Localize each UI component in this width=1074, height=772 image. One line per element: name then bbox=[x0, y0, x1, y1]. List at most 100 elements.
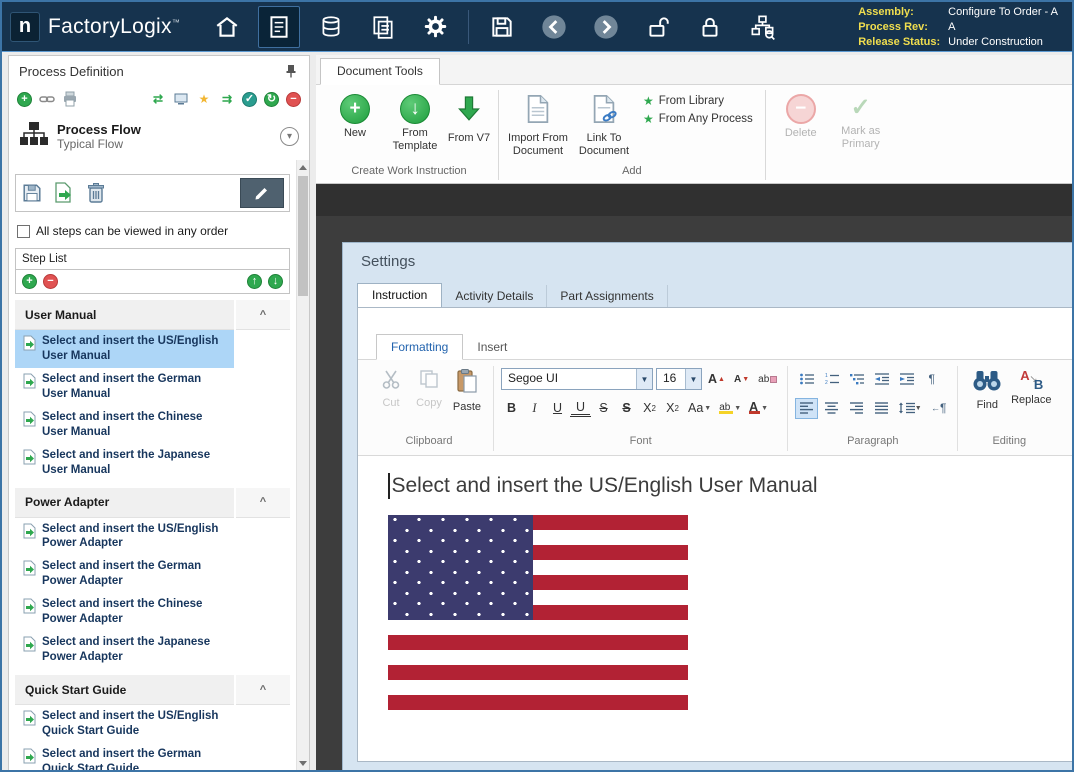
strikethrough-icon[interactable]: S bbox=[593, 398, 614, 419]
decrease-indent-icon[interactable] bbox=[870, 369, 893, 390]
underline-icon[interactable]: U bbox=[547, 398, 568, 419]
work-instructions-icon[interactable] bbox=[258, 6, 300, 48]
clear-formatting-icon[interactable]: ab bbox=[755, 369, 780, 390]
font-family-select[interactable]: Segoe UI ▼ bbox=[501, 368, 653, 390]
lock-icon[interactable] bbox=[689, 6, 731, 48]
scroll-up-arrow[interactable] bbox=[297, 160, 309, 174]
grow-font-icon[interactable]: A▲ bbox=[705, 369, 728, 390]
shrink-font-icon[interactable]: A▼ bbox=[731, 369, 752, 390]
import-step-icon[interactable] bbox=[53, 185, 75, 201]
multilevel-list-icon[interactable] bbox=[845, 369, 868, 390]
tab-insert[interactable]: Insert bbox=[463, 335, 521, 359]
process-tree-icon[interactable] bbox=[741, 6, 783, 48]
tab-document-tools[interactable]: Document Tools bbox=[320, 58, 440, 85]
group-header-power-adapter[interactable]: Power Adapter ^ bbox=[15, 488, 290, 518]
sync-icon[interactable]: ↻ bbox=[264, 92, 279, 107]
from-library-button[interactable]: ★ From Library bbox=[643, 94, 753, 108]
step-item[interactable]: Select and insert the Japanese User Manu… bbox=[15, 444, 234, 482]
unlock-icon[interactable] bbox=[637, 6, 679, 48]
scroll-down-arrow[interactable] bbox=[297, 756, 309, 770]
back-icon[interactable] bbox=[533, 6, 575, 48]
step-item[interactable]: Select and insert the Chinese User Manua… bbox=[15, 406, 234, 444]
remove-step-icon[interactable]: − bbox=[43, 274, 58, 289]
any-order-checkbox[interactable]: All steps can be viewed in any order bbox=[17, 224, 288, 238]
double-strikethrough-icon[interactable]: S bbox=[616, 398, 637, 419]
preview-icon[interactable] bbox=[173, 91, 189, 107]
save-step-icon[interactable] bbox=[21, 185, 43, 201]
paragraph-marks-icon[interactable]: ←¶ bbox=[927, 398, 950, 419]
mark-as-primary-button[interactable]: ✓ Mark as Primary bbox=[832, 90, 890, 150]
tab-activity-details[interactable]: Activity Details bbox=[442, 285, 547, 307]
replace-button[interactable]: A↘B Replace bbox=[1009, 366, 1053, 433]
checkbox-box[interactable] bbox=[17, 225, 30, 238]
step-item[interactable]: Select and insert the US/English Quick S… bbox=[15, 705, 234, 743]
import-from-document-button[interactable]: Import From Document bbox=[505, 90, 571, 157]
add-process-icon[interactable]: + bbox=[17, 92, 32, 107]
align-left-icon[interactable] bbox=[795, 398, 818, 419]
subscript-icon[interactable]: X2 bbox=[662, 398, 683, 419]
align-right-icon[interactable] bbox=[845, 398, 868, 419]
change-case-icon[interactable]: Aa▼ bbox=[685, 398, 714, 419]
step-item[interactable]: Select and insert the Chinese Power Adap… bbox=[15, 593, 234, 631]
group-header-quick-start-guide[interactable]: Quick Start Guide ^ bbox=[15, 675, 290, 705]
from-any-process-button[interactable]: ★ From Any Process bbox=[643, 112, 753, 126]
forward-icon[interactable] bbox=[585, 6, 627, 48]
link-to-document-button[interactable]: Link To Document bbox=[573, 90, 635, 157]
show-marks-icon[interactable]: ¶ bbox=[920, 369, 943, 390]
link-icon[interactable] bbox=[39, 91, 55, 107]
step-item[interactable]: Select and insert the Japanese Power Ada… bbox=[15, 631, 234, 669]
process-flow-row[interactable]: Process Flow Typical Flow ▾ bbox=[9, 112, 309, 160]
increase-indent-icon[interactable] bbox=[895, 369, 918, 390]
line-spacing-icon[interactable]: ▼ bbox=[895, 398, 925, 419]
reorder-steps-icon[interactable]: ⇄ bbox=[150, 91, 166, 107]
from-v7-button[interactable]: From V7 bbox=[446, 90, 492, 145]
step-item[interactable]: Select and insert the US/English User Ma… bbox=[15, 330, 234, 368]
from-template-button[interactable]: ↓ From Template bbox=[386, 90, 444, 152]
step-item[interactable]: Select and insert the German Power Adapt… bbox=[15, 555, 234, 593]
font-size-select[interactable]: 16 ▼ bbox=[656, 368, 702, 390]
new-button[interactable]: + New bbox=[326, 90, 384, 140]
batch-stack-icon[interactable] bbox=[310, 6, 352, 48]
document-canvas[interactable]: Select and insert the US/English User Ma… bbox=[358, 457, 1072, 761]
scrollbar-thumb[interactable] bbox=[298, 176, 308, 296]
justify-icon[interactable] bbox=[870, 398, 893, 419]
pin-icon[interactable] bbox=[283, 63, 299, 79]
find-button[interactable]: Find bbox=[965, 366, 1009, 433]
align-center-icon[interactable] bbox=[820, 398, 843, 419]
chevron-up-icon[interactable]: ^ bbox=[236, 300, 290, 330]
delete-button[interactable]: − Delete bbox=[772, 90, 830, 140]
tab-part-assignments[interactable]: Part Assignments bbox=[547, 285, 667, 307]
collapse-chevron-icon[interactable]: ▾ bbox=[280, 127, 299, 146]
save-icon[interactable] bbox=[481, 6, 523, 48]
bold-icon[interactable]: B bbox=[501, 398, 522, 419]
copy-button[interactable]: Copy bbox=[410, 366, 448, 433]
move-step-up-icon[interactable]: ↑ bbox=[247, 274, 262, 289]
vertical-scrollbar[interactable] bbox=[296, 160, 309, 770]
remove-process-icon[interactable]: − bbox=[286, 92, 301, 107]
paste-button[interactable]: Paste bbox=[448, 366, 486, 433]
send-steps-icon[interactable]: ⇉ bbox=[219, 91, 235, 107]
step-item[interactable]: Select and insert the US/English Power A… bbox=[15, 518, 234, 556]
apply-icon[interactable]: ✓ bbox=[242, 92, 257, 107]
tab-instruction[interactable]: Instruction bbox=[357, 283, 442, 308]
tab-formatting[interactable]: Formatting bbox=[376, 334, 463, 360]
edit-step-button[interactable] bbox=[240, 178, 284, 208]
settings-gear-icon[interactable] bbox=[414, 6, 456, 48]
bullet-list-icon[interactable] bbox=[795, 369, 818, 390]
add-step-icon[interactable]: + bbox=[22, 274, 37, 289]
delete-step-icon[interactable] bbox=[85, 185, 107, 201]
superscript-icon[interactable]: X2 bbox=[639, 398, 660, 419]
step-item[interactable]: Select and insert the German User Manual bbox=[15, 368, 234, 406]
numbered-list-icon[interactable]: 12 bbox=[820, 369, 843, 390]
cut-button[interactable]: Cut bbox=[372, 366, 410, 433]
italic-icon[interactable]: I bbox=[524, 398, 545, 419]
move-step-down-icon[interactable]: ↓ bbox=[268, 274, 283, 289]
step-item[interactable]: Select and insert the German Quick Start… bbox=[15, 743, 234, 770]
chevron-up-icon[interactable]: ^ bbox=[236, 675, 290, 705]
group-header-user-manual[interactable]: User Manual ^ bbox=[15, 300, 290, 330]
documents-icon[interactable] bbox=[362, 6, 404, 48]
double-underline-icon[interactable]: U bbox=[570, 399, 591, 417]
home-icon[interactable] bbox=[206, 6, 248, 48]
effects-icon[interactable]: ★ bbox=[196, 91, 212, 107]
print-icon[interactable] bbox=[62, 91, 78, 107]
